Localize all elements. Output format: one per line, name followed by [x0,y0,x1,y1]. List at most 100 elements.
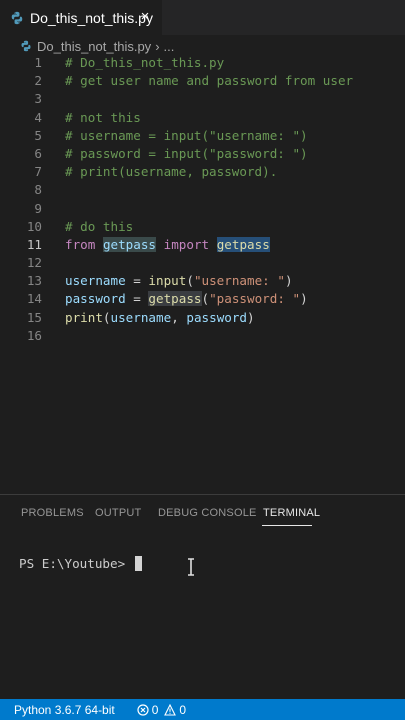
code-token: from [65,236,96,252]
code-token: , [171,309,187,325]
code-line[interactable]: 5 # username = input("username: ") [0,127,405,145]
line-number: 4 [34,109,42,125]
line-number: 2 [34,73,42,89]
code-line[interactable]: 6 # password = input("password: ") [0,145,405,163]
line-number: 13 [26,273,42,289]
code-token: ( [186,273,194,289]
code-line[interactable]: 4 # not this [0,109,405,127]
terminal-prompt: PS E:\Youtube> [19,556,133,571]
code-token: "password: " [209,291,301,307]
terminal-cursor [134,556,142,571]
code-content: # password = input("password: ") [65,145,308,163]
code-token: ( [102,309,111,325]
line-number: 8 [34,182,42,198]
code-token: "username: " [193,273,285,289]
code-line[interactable]: 9 [0,200,405,218]
tab-output[interactable]: OUTPUT [95,507,141,519]
code-token: username [65,273,126,289]
code-token: ) [300,291,308,307]
code-token: password [65,291,126,307]
problems-summary[interactable]: 0 0 [137,703,186,717]
line-number: 11 [26,236,42,252]
code-token: getpass [216,236,270,252]
line-number: 5 [34,127,42,143]
tab-filename: Do_this_not_this.py [30,9,153,26]
python-file-icon [11,11,23,24]
code-line[interactable]: 11 from getpass import getpass [0,236,405,254]
error-count: 0 [151,702,159,717]
code-token: ( [201,291,210,307]
code-token: getpass [148,291,202,307]
panel-tabs: PROBLEMS OUTPUT DEBUG CONSOLE TERMINAL [0,495,405,531]
line-number: 3 [34,91,42,107]
breadcrumb-file[interactable]: Do_this_not_this.py [37,39,151,54]
line-number: 15 [26,309,42,325]
line-number: 12 [26,255,42,271]
code-token: username [110,309,172,325]
editor-tab[interactable]: Do_this_not_this.py × [0,0,162,35]
code-token: # password = input("password: ") [65,145,308,161]
code-token: # do this [65,218,134,234]
code-token: getpass [102,236,157,252]
terminal-prompt-line[interactable]: PS E:\Youtube> [19,556,142,571]
code-line[interactable]: 12 [0,254,405,272]
code-token: = [125,291,149,307]
code-line[interactable]: 1 # Do_this_not_this.py [0,54,405,72]
text-cursor-icon [188,558,194,576]
code-token: import [163,236,210,252]
active-tab-indicator [262,525,312,526]
code-token: # print(username, password). [65,164,278,180]
code-line[interactable]: 7 # print(username, password). [0,163,405,181]
code-content: # Do_this_not_this.py [65,54,224,72]
code-content: # get user name and password from user [65,72,353,90]
code-line[interactable]: 14 password = getpass("password: ") [0,290,405,308]
code-content: print(username, password) [65,309,255,327]
code-content: from getpass import getpass [65,236,270,254]
code-line[interactable]: 16 [0,327,405,345]
line-number: 10 [26,218,42,234]
tab-problems[interactable]: PROBLEMS [21,507,84,519]
code-line[interactable]: 3 [0,90,405,108]
code-token: ) [247,309,255,325]
close-icon[interactable]: × [136,8,154,26]
code-content: # username = input("username: ") [65,127,308,145]
warning-icon [164,703,177,716]
tab-terminal[interactable]: TERMINAL [263,507,320,519]
line-number: 16 [26,327,42,343]
code-token: print [65,309,103,325]
code-token: input [148,273,187,289]
tab-debug-console[interactable]: DEBUG CONSOLE [158,507,257,519]
error-icon [137,703,149,716]
line-number: 9 [34,200,42,216]
code-line[interactable]: 2 # get user name and password from user [0,72,405,90]
line-number: 14 [26,291,42,307]
code-line[interactable]: 8 [0,181,405,199]
line-number: 7 [34,164,42,180]
line-number: 1 [34,55,42,70]
status-bar: Python 3.6.7 64-bit 0 0 [0,699,405,720]
tab-bar: Do_this_not_this.py × [0,0,405,35]
code-token: password [186,309,248,325]
code-line[interactable]: 13 username = input("username: ") [0,272,405,290]
breadcrumb-separator: › [155,38,160,54]
code-token: # get user name and password from user [65,73,354,89]
code-line[interactable]: 15 print(username, password) [0,309,405,327]
code-content: # not this [65,109,141,127]
python-file-icon [21,40,31,52]
line-number: 6 [34,145,42,161]
breadcrumb-more[interactable]: ... [164,39,175,54]
code-line[interactable]: 10 # do this [0,218,405,236]
warning-count: 0 [179,702,187,717]
python-interpreter[interactable]: Python 3.6.7 64-bit [14,703,115,717]
code-editor[interactable]: 1 # Do_this_not_this.py 2 # get user name a… [0,54,405,345]
bottom-panel: PROBLEMS OUTPUT DEBUG CONSOLE TERMINAL [0,494,405,700]
code-token: # Do_this_not_this.py [65,55,225,70]
code-token: # not this [65,109,141,125]
code-token: # username = input("username: ") [65,127,308,143]
code-content: # print(username, password). [65,163,277,181]
code-token: ) [284,273,293,289]
code-content: # do this [65,218,133,236]
